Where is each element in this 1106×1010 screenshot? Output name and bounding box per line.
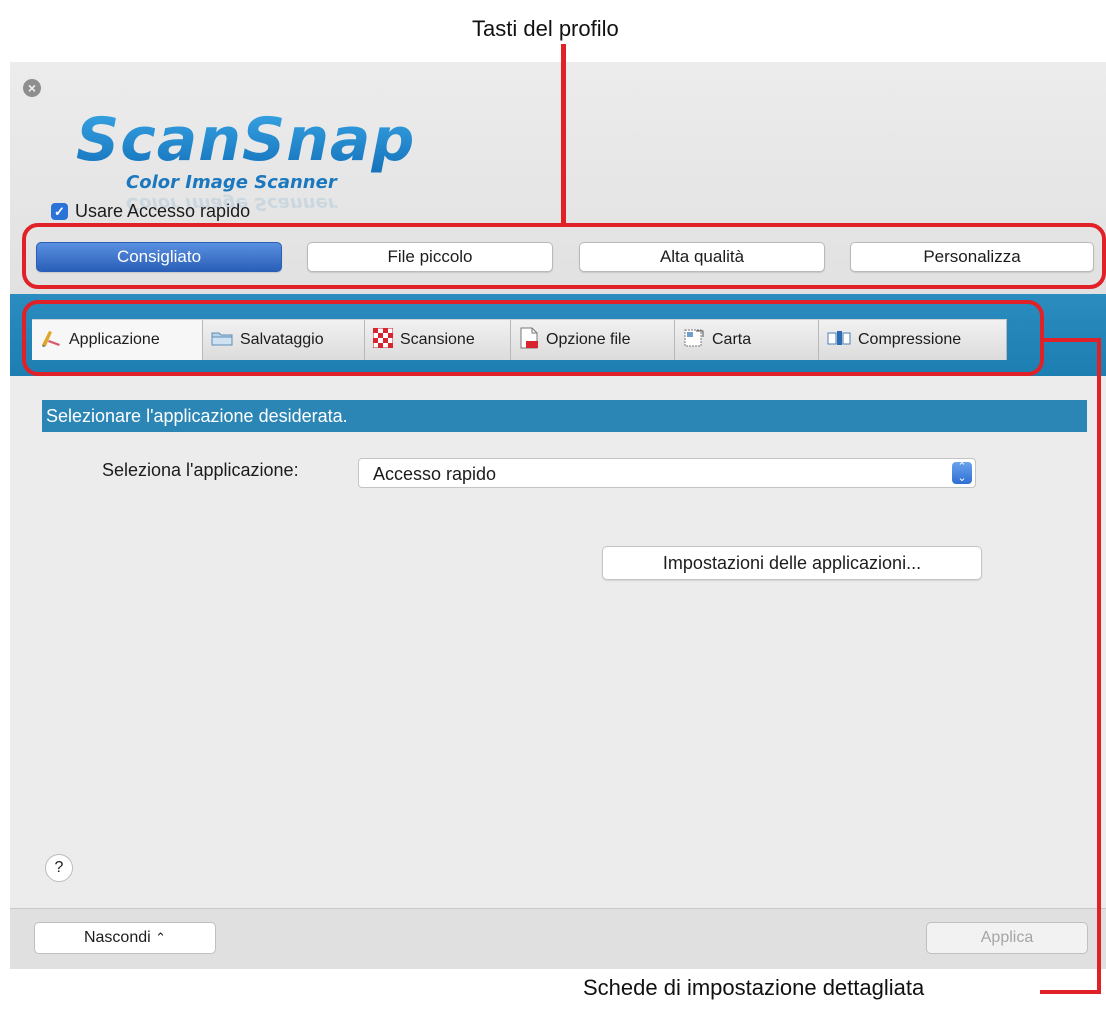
close-icon[interactable]: × — [23, 79, 41, 97]
application-settings-button[interactable]: Impostazioni delle applicazioni... — [602, 546, 982, 580]
apply-button[interactable]: Applica — [926, 922, 1088, 954]
hide-button[interactable]: Nascondi ⌃ — [34, 922, 216, 954]
quick-menu-checkbox-label: Usare Accesso rapido — [75, 201, 251, 221]
profile-buttons-highlight — [22, 223, 1106, 289]
help-icon[interactable]: ? — [45, 854, 73, 882]
profile-callout-line — [561, 44, 566, 225]
callout-profile-buttons: Tasti del profilo — [472, 16, 619, 41]
settings-panel: Selezionare l'applicazione desiderata. S… — [10, 376, 1106, 908]
chevron-up-icon: ⌃ — [155, 930, 167, 945]
application-select[interactable]: Accesso rapido ⌃ ⌄ — [358, 458, 976, 488]
checkmark-icon[interactable]: ✓ — [51, 203, 68, 220]
footer-bar: Nascondi ⌃ Applica — [10, 908, 1106, 969]
quick-menu-checkbox-row[interactable]: ✓ Usare Accesso rapido — [51, 201, 250, 222]
tabs-callout-line-horizontal — [1041, 338, 1101, 342]
callout-detail-tabs: Schede di impostazione dettagliata — [583, 975, 925, 1000]
detail-tabs-highlight — [22, 300, 1044, 376]
application-select-value: Accesso rapido — [373, 464, 497, 484]
updown-chevron-icon: ⌃ ⌄ — [952, 462, 972, 484]
scansnap-settings-window: × ScanSnap Color Image Scanner ScanSnap … — [10, 62, 1106, 969]
select-application-label: Seleziona l'applicazione: — [102, 460, 299, 480]
section-title: Selezionare l'applicazione desiderata. — [42, 400, 1087, 432]
tabs-callout-line-bottom — [1040, 990, 1101, 994]
scansnap-logo: ScanSnap Color Image Scanner ScanSnap Co… — [76, 105, 415, 212]
svg-text:Color Image Scanner: Color Image Scanner — [126, 172, 338, 193]
tabs-callout-line-vertical — [1097, 338, 1101, 994]
hide-button-label: Nascondi — [83, 929, 151, 946]
svg-text:ScanSnap: ScanSnap — [76, 105, 415, 175]
